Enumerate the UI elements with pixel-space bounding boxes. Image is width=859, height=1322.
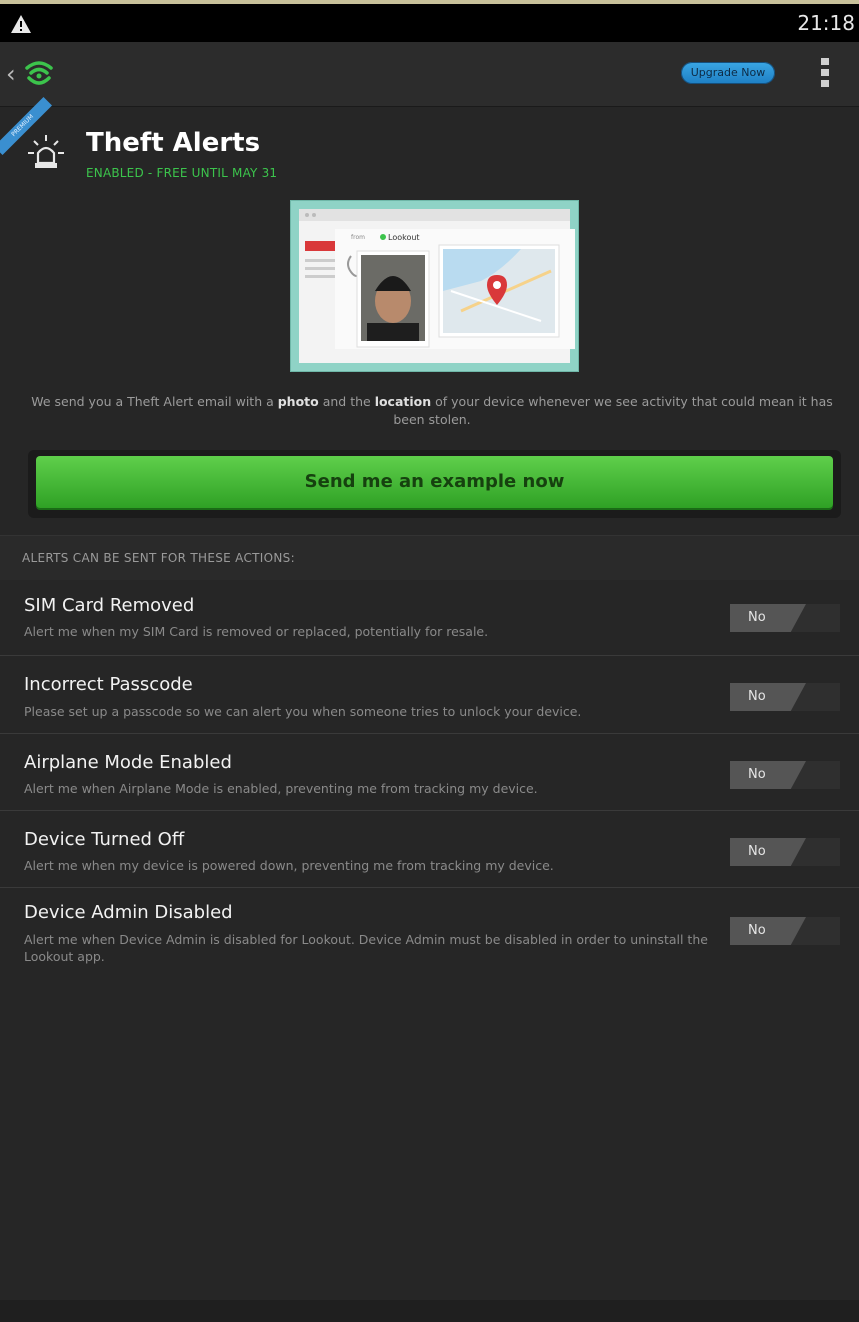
overflow-menu-icon[interactable] — [820, 58, 830, 92]
lookout-brand-text: Lookout — [388, 233, 420, 242]
back-chevron-icon[interactable]: ‹ — [6, 60, 16, 88]
device-turned-off-toggle[interactable]: No — [730, 838, 840, 866]
alert-row-incorrect-passcode: Incorrect Passcode Please set up a passc… — [0, 655, 859, 734]
alert-title: SIM Card Removed — [24, 595, 195, 616]
toggle-label: No — [748, 689, 766, 704]
airplane-mode-toggle[interactable]: No — [730, 761, 840, 789]
toggle-label: No — [748, 923, 766, 938]
sim-card-toggle[interactable]: No — [730, 604, 840, 632]
email-preview-graphic: from Lookout — [299, 209, 575, 363]
alerts-section-header: ALERTS CAN BE SENT FOR THESE ACTIONS: — [0, 535, 859, 580]
siren-icon — [28, 135, 64, 168]
clock: 21:18 — [797, 11, 855, 35]
alert-subtitle: Please set up a passcode so we can alert… — [24, 704, 582, 719]
toggle-label: No — [748, 767, 766, 782]
alert-subtitle: Alert me when Airplane Mode is enabled, … — [24, 781, 538, 796]
action-bar: ‹ Upgrade Now — [0, 42, 859, 107]
alert-row-sim-card: SIM Card Removed Alert me when my SIM Ca… — [0, 579, 859, 655]
warning-triangle-icon — [11, 15, 31, 33]
toggle-label: No — [748, 844, 766, 859]
alert-subtitle: Alert me when my SIM Card is removed or … — [24, 624, 489, 639]
status-badge: ENABLED - FREE UNTIL MAY 31 — [86, 166, 278, 180]
send-example-button[interactable]: Send me an example now — [36, 456, 833, 508]
alert-title: Device Turned Off — [24, 829, 185, 850]
alert-row-device-admin: Device Admin Disabled Alert me when Devi… — [0, 887, 859, 988]
alert-subtitle: Alert me when my device is powered down,… — [24, 858, 554, 873]
status-bar: 21:18 — [0, 0, 859, 42]
alert-row-device-turned-off: Device Turned Off Alert me when my devic… — [0, 810, 859, 888]
alert-subtitle: Alert me when Device Admin is disabled f… — [24, 932, 708, 964]
alert-row-airplane-mode: Airplane Mode Enabled Alert me when Airp… — [0, 733, 859, 811]
svg-text:from: from — [351, 234, 365, 241]
page-title: Theft Alerts — [86, 128, 261, 158]
alert-title: Airplane Mode Enabled — [24, 752, 232, 773]
device-admin-toggle[interactable]: No — [730, 917, 840, 945]
section-title: ALERTS CAN BE SENT FOR THESE ACTIONS: — [22, 551, 295, 565]
alert-title: Incorrect Passcode — [24, 674, 193, 695]
upgrade-now-button[interactable]: Upgrade Now — [681, 62, 775, 84]
lookout-shield-icon[interactable] — [22, 56, 56, 90]
theft-alert-illustration: from Lookout — [290, 200, 579, 372]
feature-description: We send you a Theft Alert email with a p… — [31, 394, 833, 427]
alert-title: Device Admin Disabled — [24, 902, 233, 923]
bottom-edge — [0, 1300, 859, 1322]
toggle-label: No — [748, 610, 766, 625]
incorrect-passcode-toggle[interactable]: No — [730, 683, 840, 711]
